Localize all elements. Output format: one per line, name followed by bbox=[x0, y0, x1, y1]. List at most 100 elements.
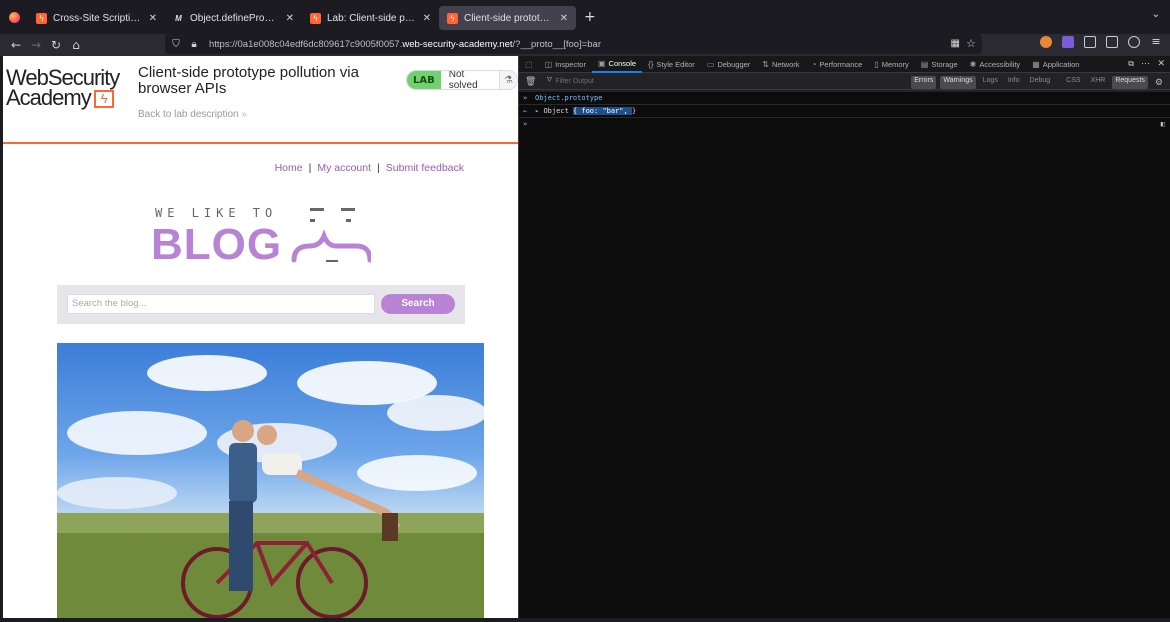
more-options-icon[interactable]: ⋯ bbox=[1141, 58, 1150, 69]
tab-title: Cross-Site Scripting (XSS) bbox=[53, 12, 143, 24]
extension-icon[interactable] bbox=[1040, 36, 1052, 48]
blog-search-form: Search the blog... Search bbox=[57, 285, 465, 324]
console-settings-icon[interactable]: ⚙ bbox=[1152, 76, 1166, 89]
extension-icon[interactable] bbox=[1062, 36, 1074, 48]
tab-debugger[interactable]: ▭ Debugger bbox=[701, 56, 757, 73]
tab-storage[interactable]: ▤ Storage bbox=[915, 56, 964, 73]
close-tab-icon[interactable]: ✕ bbox=[286, 13, 294, 24]
devtools-tab-bar: ⬚ ◫ Inspector ▣ Console {} Style Editor ▭ De… bbox=[519, 56, 1170, 73]
couple-on-bicycle-image bbox=[57, 355, 484, 618]
nav-submit-feedback-link[interactable]: Submit feedback bbox=[386, 162, 464, 174]
portswigger-icon: ϟ bbox=[310, 12, 321, 24]
filter-debug[interactable]: Debug bbox=[1027, 76, 1054, 89]
console-input-prompt[interactable]: » ◧ bbox=[519, 118, 1170, 131]
portswigger-icon: ϟ bbox=[36, 12, 47, 24]
tab-style-editor[interactable]: {} Style Editor bbox=[642, 56, 701, 73]
filter-warnings[interactable]: Warnings bbox=[940, 76, 976, 89]
tab-accessibility[interactable]: ✱ Accessibility bbox=[964, 56, 1027, 73]
filter-logs[interactable]: Logs bbox=[980, 76, 1001, 89]
pick-element-icon[interactable]: ⬚ bbox=[519, 56, 539, 73]
console-input-line: » Object.prototype bbox=[519, 92, 1170, 105]
tab-network[interactable]: ⇅ Network bbox=[756, 56, 805, 73]
tab-application[interactable]: ▦ Application bbox=[1026, 56, 1085, 73]
forward-icon[interactable]: → bbox=[26, 38, 46, 52]
console-result-line[interactable]: ← ▸ Object { foo: "bar", } bbox=[519, 105, 1170, 118]
filter-output-input[interactable]: Filter Output bbox=[555, 78, 594, 85]
chevron-right-icon: » bbox=[523, 94, 528, 102]
dock-options-icon[interactable]: ⧉ bbox=[1128, 59, 1134, 69]
bolt-icon: ϟ bbox=[93, 90, 114, 109]
tab-title: Client-side prototype poll bbox=[464, 12, 554, 24]
address-bar[interactable]: ⛉ 🔒︎ https://0a1e008c04edf6dc809617c9005… bbox=[165, 34, 982, 54]
lab-badge: LAB bbox=[407, 71, 441, 89]
back-to-lab-description-link[interactable]: Back to lab description » bbox=[138, 109, 247, 120]
close-devtools-icon[interactable]: ✕ bbox=[1157, 58, 1165, 69]
close-tab-icon[interactable]: ✕ bbox=[560, 13, 568, 24]
accessibility-icon: ✱ bbox=[969, 59, 977, 69]
tracking-protection-icon[interactable]: ⛉ bbox=[169, 39, 183, 50]
lock-icon[interactable]: 🔒︎ bbox=[187, 39, 201, 50]
filter-info[interactable]: Info bbox=[1005, 76, 1023, 89]
blog-face-icon bbox=[291, 208, 371, 263]
logo-line2: Academy bbox=[6, 85, 92, 110]
flask-icon: ⚗ bbox=[499, 71, 517, 89]
lab-title: Client-side prototype pollution via brow… bbox=[138, 64, 359, 97]
chevron-right-icon: » bbox=[523, 120, 528, 128]
tab-lab-active[interactable]: ϟ Client-side prototype poll ✕ bbox=[439, 6, 576, 30]
split-console-icon[interactable]: ◧ bbox=[1161, 118, 1165, 131]
tab-performance[interactable]: ◔ Performance bbox=[806, 56, 869, 73]
downloads-icon[interactable] bbox=[1128, 36, 1140, 48]
firefox-menu-icon[interactable] bbox=[0, 11, 28, 23]
browser-tab-bar: ϟ Cross-Site Scripting (XSS) ✕ M Object.… bbox=[0, 0, 1170, 34]
web-page: WebSecurity Academy ϟ Client-side prototy… bbox=[3, 56, 518, 618]
console-command: Object.prototype bbox=[535, 94, 603, 102]
puzzle-icon[interactable] bbox=[1106, 36, 1118, 48]
network-icon: ⇅ bbox=[762, 59, 769, 69]
menu-icon[interactable]: ≡ bbox=[1150, 36, 1162, 48]
result-arrow-icon: ← bbox=[523, 107, 528, 115]
tab-memory[interactable]: ▯ Memory bbox=[868, 56, 915, 73]
home-icon[interactable]: ⌂ bbox=[66, 38, 86, 52]
mdn-icon: M bbox=[175, 13, 182, 23]
filter-requests[interactable]: Requests bbox=[1112, 76, 1148, 89]
debugger-icon: ▭ bbox=[706, 59, 715, 69]
navigation-toolbar: ← → ↻ ⌂ ⛉ 🔒︎ https://0a1e008c04edf6dc809… bbox=[0, 34, 1170, 56]
reload-icon[interactable]: ↻ bbox=[46, 38, 66, 52]
filter-xhr[interactable]: XHR bbox=[1088, 76, 1109, 89]
search-input[interactable]: Search the blog... bbox=[67, 294, 375, 314]
tab-lab-description[interactable]: ϟ Lab: Client-side prototype ✕ bbox=[302, 6, 439, 30]
tab-title: Object.defineProperty() - bbox=[190, 12, 280, 24]
nav-my-account-link[interactable]: My account bbox=[317, 162, 371, 174]
portswigger-icon: ϟ bbox=[447, 12, 458, 24]
tab-console[interactable]: ▣ Console bbox=[591, 56, 643, 73]
list-all-tabs-icon[interactable]: ⌄ bbox=[1152, 9, 1160, 20]
blog-post-image[interactable] bbox=[57, 343, 484, 618]
lab-status-text: Not solved bbox=[440, 71, 499, 89]
bookmark-star-icon[interactable]: ☆ bbox=[966, 37, 976, 50]
filter-errors[interactable]: Errors bbox=[911, 76, 937, 89]
academy-header: WebSecurity Academy ϟ Client-side prototy… bbox=[3, 56, 518, 144]
extensions-icon[interactable] bbox=[1084, 36, 1096, 48]
web-security-academy-logo[interactable]: WebSecurity Academy ϟ bbox=[6, 67, 120, 110]
lab-status-widget: LAB Not solved ⚗ bbox=[406, 70, 518, 90]
new-tab-button[interactable]: + bbox=[584, 9, 596, 25]
close-tab-icon[interactable]: ✕ bbox=[423, 13, 431, 24]
url-text[interactable]: https://0a1e008c04edf6dc809617c9005f0057… bbox=[209, 39, 601, 50]
tab-mdn-defineproperty[interactable]: M Object.defineProperty() - ✕ bbox=[165, 6, 302, 30]
site-navigation: Home | My account | Submit feedback bbox=[274, 162, 464, 174]
nav-home-link[interactable]: Home bbox=[275, 162, 303, 174]
console-result-object[interactable]: { foo: "bar", bbox=[572, 107, 632, 115]
filter-icon: ⛛ bbox=[546, 77, 553, 84]
close-tab-icon[interactable]: ✕ bbox=[149, 13, 157, 24]
blog-wordmark: BLOG bbox=[151, 220, 283, 269]
back-icon[interactable]: ← bbox=[6, 38, 26, 52]
search-button[interactable]: Search bbox=[381, 294, 455, 314]
trash-icon[interactable]: 🗑︎ bbox=[525, 76, 536, 87]
tab-xss[interactable]: ϟ Cross-Site Scripting (XSS) ✕ bbox=[28, 6, 165, 30]
filter-css[interactable]: CSS bbox=[1063, 76, 1083, 89]
console-output: » Object.prototype ← ▸ Object { foo: "ba… bbox=[519, 92, 1170, 618]
tab-inspector[interactable]: ◫ Inspector bbox=[539, 56, 592, 73]
console-toolbar: 🗑︎ ⛛ Filter Output Errors Warnings Logs … bbox=[519, 73, 1170, 90]
devtools-panel: ⬚ ◫ Inspector ▣ Console {} Style Editor ▭ De… bbox=[518, 56, 1170, 618]
grid-icon[interactable]: ▦ bbox=[951, 38, 960, 49]
